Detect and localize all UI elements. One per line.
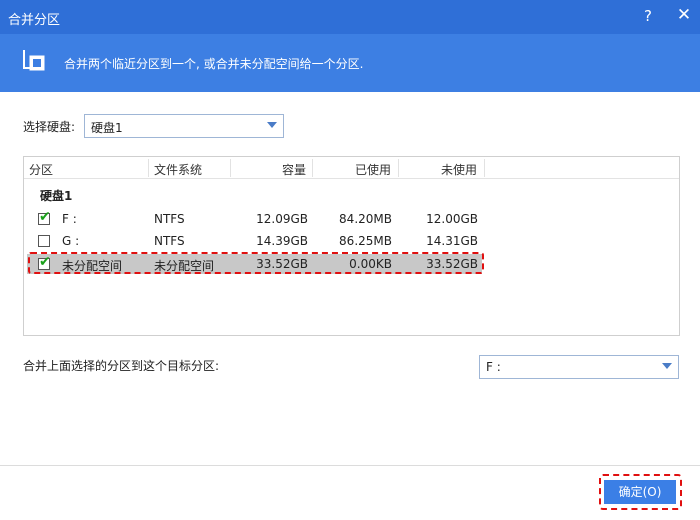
partition-fs: 未分配空间 [154, 259, 215, 273]
table-row[interactable]: ✔ 未分配空间 未分配空间 33.52GB 0.00KB 33.52GB [27, 254, 482, 274]
partition-used: 84.20MB [339, 212, 392, 226]
partition-name: F : [62, 212, 77, 226]
row-checkbox[interactable]: ✔ [38, 209, 51, 225]
help-icon[interactable]: ? [640, 7, 656, 25]
window-title: 合并分区 [8, 13, 61, 28]
title-bar: 合并分区 ? ✕ [0, 0, 700, 34]
partition-used: 0.00KB [349, 257, 392, 271]
disk-select-value: 硬盘1 [91, 121, 123, 135]
column-header-used[interactable]: 已使用 [355, 161, 391, 178]
column-header-free[interactable]: 未使用 [441, 161, 477, 178]
disk-select-dropdown[interactable]: 硬盘1 [84, 114, 284, 138]
table-row[interactable]: ✔ F : NTFS 12.09GB 84.20MB 12.00GB [24, 209, 679, 229]
column-header-partition[interactable]: 分区 [29, 161, 53, 178]
partition-table: 分区 文件系统 容量 已使用 未使用 硬盘1 ✔ F : NTFS 12.09G… [23, 156, 680, 336]
merge-partition-icon [23, 50, 45, 71]
partition-fs: NTFS [154, 234, 185, 248]
table-row[interactable]: G : NTFS 14.39GB 86.25MB 14.31GB [24, 231, 679, 251]
partition-used: 86.25MB [339, 234, 392, 248]
target-partition-dropdown[interactable]: F : [479, 355, 679, 379]
row-checkbox[interactable] [38, 235, 50, 247]
check-icon: ✔ [39, 209, 51, 225]
partition-capacity: 14.39GB [256, 234, 308, 248]
footer-divider [0, 465, 700, 466]
partition-free: 14.31GB [426, 234, 478, 248]
target-partition-value: F : [486, 360, 501, 374]
close-icon[interactable]: ✕ [676, 5, 692, 25]
disk-group-label: 硬盘1 [40, 189, 73, 203]
ok-button[interactable]: 确定(O) [604, 480, 676, 504]
target-partition-label: 合并上面选择的分区到这个目标分区: [23, 359, 220, 373]
banner-text: 合并两个临近分区到一个, 或合并未分配空间给一个分区. [64, 57, 364, 71]
partition-fs: NTFS [154, 212, 185, 226]
column-header-capacity[interactable]: 容量 [282, 161, 306, 178]
partition-free: 33.52GB [426, 257, 478, 271]
description-banner: 合并两个临近分区到一个, 或合并未分配空间给一个分区. [0, 34, 700, 92]
partition-free: 12.00GB [426, 212, 478, 226]
partition-name: G : [62, 234, 80, 248]
column-header-filesystem[interactable]: 文件系统 [154, 161, 202, 178]
disk-select-label: 选择硬盘: [23, 120, 76, 134]
check-icon: ✔ [39, 254, 51, 270]
table-header: 分区 文件系统 容量 已使用 未使用 [24, 157, 679, 179]
row-checkbox[interactable]: ✔ [38, 254, 51, 270]
chevron-down-icon [662, 363, 672, 369]
partition-capacity: 33.52GB [256, 257, 308, 271]
partition-capacity: 12.09GB [256, 212, 308, 226]
chevron-down-icon [267, 122, 277, 128]
partition-name: 未分配空间 [62, 259, 123, 273]
